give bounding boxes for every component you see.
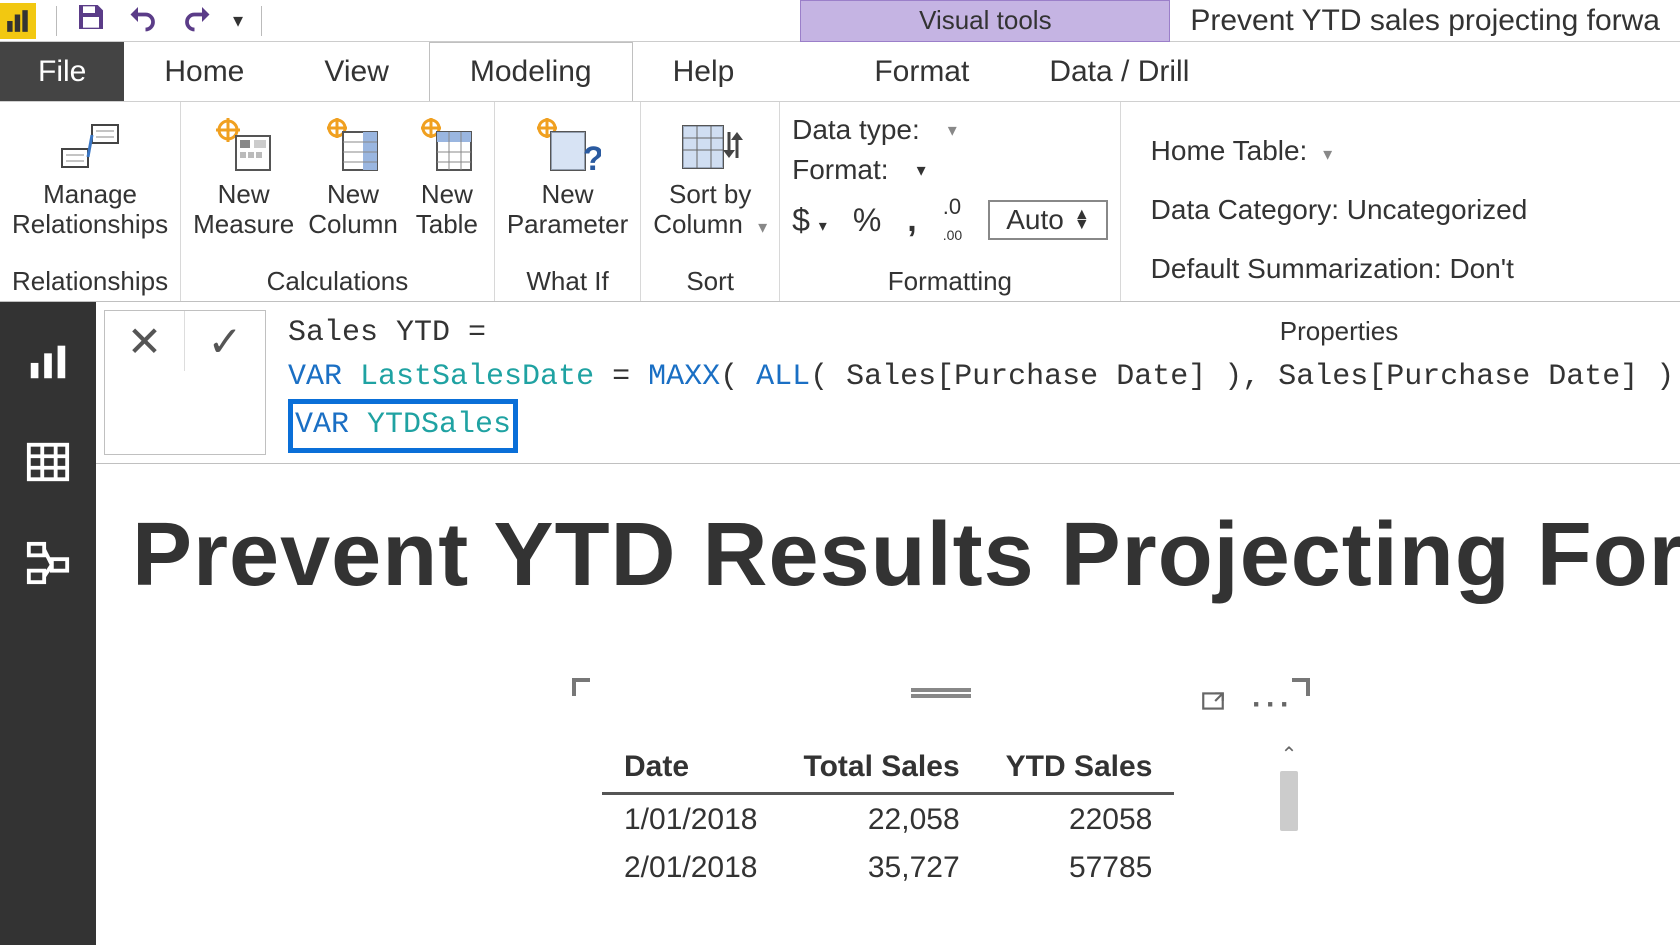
relationships-icon [55,116,125,176]
undo-icon[interactable] [125,2,161,39]
sort-by-column-label: Sort by Column ▾ [653,180,767,240]
spin-down-icon[interactable]: ▼ [1074,220,1090,230]
decimal-places-value: Auto [1006,204,1064,236]
new-measure-label: New Measure [193,180,294,240]
col-header-date[interactable]: Date [602,744,779,790]
percent-button[interactable]: % [853,202,881,239]
col-header-total[interactable]: Total Sales [781,744,981,790]
formula-commit-button[interactable]: ✓ [185,311,265,371]
report-view-icon[interactable] [25,338,71,391]
page-title: Prevent YTD Results Projecting Forw [96,464,1680,617]
contextual-tab-visual-tools[interactable]: Visual tools [800,0,1170,42]
currency-button[interactable]: $ ▾ [792,202,827,239]
table-row[interactable]: 2/01/2018 35,727 57785 [602,845,1174,891]
redo-icon[interactable] [179,2,215,39]
data-type-dropdown[interactable]: ▾ [948,120,957,141]
cell-total: 22,058 [781,797,981,843]
home-table-label: Home Table: [1151,135,1308,166]
highlighted-token: VAR YTDSales [288,399,518,453]
tab-home[interactable]: Home [124,42,284,101]
resize-handle-tl[interactable] [572,678,590,696]
sort-by-column-button[interactable]: Sort by Column ▾ [653,116,767,240]
table-header-row: Date Total Sales YTD Sales [602,744,1174,790]
dax-line-1: Sales YTD = [288,312,1674,356]
format-label: Format: [792,154,888,186]
calculations-group-label: Calculations [267,260,409,297]
new-parameter-label: New Parameter [507,180,628,240]
save-icon[interactable] [75,1,107,40]
formula-cancel-button[interactable]: ✕ [105,311,185,371]
svg-text:?: ? [583,140,601,174]
sort-icon [675,116,745,176]
dax-line-2: VAR LastSalesDate = MAXX( ALL( Sales[Pur… [288,356,1674,400]
table-row[interactable]: 1/01/2018 22,058 22058 [602,797,1174,843]
formatting-group-label: Formatting [888,260,1012,297]
thousands-button[interactable]: , [907,201,916,240]
scrollbar[interactable]: ⌃ [1278,742,1300,892]
data-view-icon[interactable] [25,439,71,492]
new-column-button[interactable]: New Column [308,116,398,240]
home-table-dropdown[interactable]: ▾ [1323,144,1332,164]
formula-editor[interactable]: Sales YTD = VAR LastSalesDate = MAXX( AL… [274,302,1680,463]
contextual-tab-label: Visual tools [919,5,1052,36]
tab-file[interactable]: File [0,42,124,101]
cell-ytd: 57785 [984,845,1175,891]
new-column-label: New Column [308,180,398,240]
manage-relationships-button[interactable]: Manage Relationships [12,116,168,240]
tab-format[interactable]: Format [834,42,1009,101]
new-measure-icon [209,116,279,176]
relationships-group-label: Relationships [12,260,168,297]
table-visual[interactable]: ··· ⌃ Date Total Sales YTD Sales 1/01/20… [576,682,1306,892]
tab-view[interactable]: View [284,42,428,101]
whatif-group-label: What If [526,260,608,297]
drag-handle-icon[interactable] [911,688,971,698]
new-column-icon [318,116,388,176]
sort-group-label: Sort [686,260,734,297]
format-dropdown[interactable]: ▾ [917,160,926,181]
app-logo [0,3,36,39]
tab-help[interactable]: Help [633,42,775,101]
resize-handle-tr[interactable] [1292,678,1310,696]
scroll-up-icon[interactable]: ⌃ [1278,742,1300,767]
new-parameter-button[interactable]: ? New Parameter [507,116,628,240]
document-title: Prevent YTD sales projecting forwa [1170,4,1680,38]
cell-ytd: 22058 [984,797,1175,843]
col-header-ytd[interactable]: YTD Sales [984,744,1175,790]
new-parameter-icon: ? [533,116,603,176]
tab-data-drill[interactable]: Data / Drill [1009,42,1229,101]
qat-more-icon[interactable]: ▾ [233,8,243,33]
manage-relationships-label: Manage Relationships [12,180,168,240]
decimals-icon: .0.00 [943,194,962,246]
chevron-down-icon: ▾ [758,217,767,237]
cell-date: 1/01/2018 [602,797,779,843]
new-table-button[interactable]: New Table [412,116,482,240]
model-view-icon[interactable] [25,540,71,593]
default-summarization-label[interactable]: Default Summarization: Don't [1151,240,1528,299]
tab-modeling[interactable]: Modeling [429,42,633,101]
scroll-thumb[interactable] [1280,771,1298,831]
data-type-label: Data type: [792,114,920,146]
focus-mode-icon[interactable] [1198,688,1228,722]
data-category-label[interactable]: Data Category: Uncategorized [1151,181,1528,240]
cell-total: 35,727 [781,845,981,891]
more-options-icon[interactable]: ··· [1252,688,1294,722]
new-measure-button[interactable]: New Measure [193,116,294,240]
new-table-icon [412,116,482,176]
new-table-label: New Table [416,180,478,240]
decimal-places-stepper[interactable]: Auto ▲▼ [988,200,1107,240]
cell-date: 2/01/2018 [602,845,779,891]
dax-line-3: VAR YTDSales [288,399,1674,453]
